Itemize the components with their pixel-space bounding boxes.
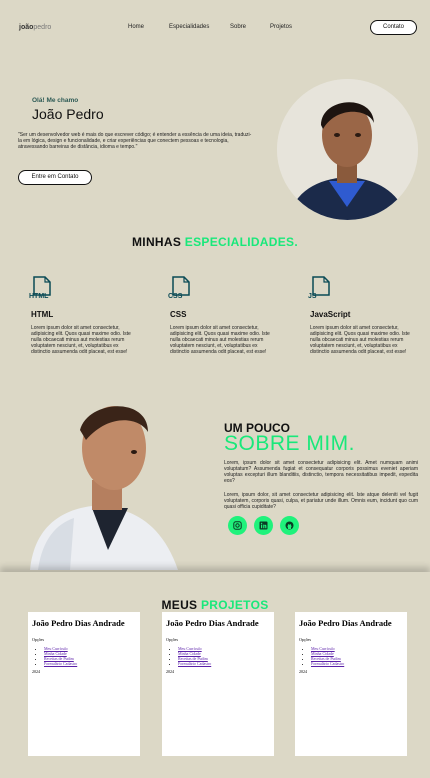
nav-link-home[interactable]: Home bbox=[128, 24, 144, 30]
skill-description: Lorem ipsum dolor sit amet consectetur, … bbox=[170, 325, 270, 355]
skill-card-css: CSS CSS Lorem ipsum dolor sit amet conse… bbox=[168, 276, 274, 355]
project-link[interactable]: Formulário Cadastro bbox=[311, 661, 344, 666]
project-card-footer: 2024 bbox=[32, 669, 40, 674]
instagram-button[interactable] bbox=[228, 516, 247, 535]
html-file-icon: HTML bbox=[29, 276, 53, 300]
about-paragraph-2: Lorem, ipsum dolor, sit amet consectetur… bbox=[224, 492, 418, 510]
github-button[interactable] bbox=[280, 516, 299, 535]
skills-title: MINHAS ESPECIALIDADES. bbox=[132, 235, 298, 249]
js-file-icon: JS bbox=[308, 276, 332, 300]
skill-name: HTML bbox=[31, 310, 54, 319]
project-card-footer: 2024 bbox=[299, 669, 307, 674]
project-preview-card[interactable]: João Pedro Dias Andrade Opções Meu Currí… bbox=[162, 612, 274, 756]
instagram-icon bbox=[233, 521, 242, 530]
project-card-title: João Pedro Dias Andrade bbox=[299, 618, 392, 628]
hero-bio: "Ser um desenvolvedor web é mais do que … bbox=[18, 132, 252, 150]
linkedin-icon bbox=[259, 521, 268, 530]
project-link[interactable]: Formulário Cadastro bbox=[44, 661, 77, 666]
project-card-footer: 2024 bbox=[166, 669, 174, 674]
skill-card-javascript: JS JavaScript Lorem ipsum dolor sit amet… bbox=[308, 276, 414, 355]
css-file-icon: CSS bbox=[168, 276, 192, 300]
nav-link-projetos[interactable]: Projetos bbox=[270, 24, 292, 30]
skill-description: Lorem ipsum dolor sit amet consectetur, … bbox=[31, 325, 131, 355]
nav-link-especialidades[interactable]: Especialidades bbox=[169, 24, 209, 30]
skill-description: Lorem ipsum dolor sit amet consectetur, … bbox=[310, 325, 410, 355]
projects-title: MEUS PROJETOS bbox=[161, 598, 269, 612]
project-card-title: João Pedro Dias Andrade bbox=[166, 618, 259, 628]
contact-cta-button[interactable]: Entre em Contato bbox=[18, 170, 92, 185]
hero-name: João Pedro bbox=[32, 106, 104, 122]
nav-link-sobre[interactable]: Sobre bbox=[230, 24, 246, 30]
project-preview-card[interactable]: João Pedro Dias Andrade Opções Meu Currí… bbox=[28, 612, 140, 756]
contact-button[interactable]: Contato bbox=[370, 20, 417, 35]
logo[interactable]: joãopedro bbox=[19, 24, 51, 31]
about-title: SOBRE MIM. bbox=[224, 432, 356, 455]
hero-greeting: Olá! Me chamo bbox=[32, 97, 79, 104]
about-paragraph-1: Lorem, ipsum dolor sit amet consectetur … bbox=[224, 460, 418, 484]
github-icon bbox=[285, 521, 294, 530]
linkedin-button[interactable] bbox=[254, 516, 273, 535]
top-nav: joãopedro Home Especialidades Sobre Proj… bbox=[0, 0, 430, 56]
skill-name: JavaScript bbox=[310, 310, 351, 319]
project-card-label: Opções bbox=[166, 637, 178, 642]
about-photo bbox=[30, 400, 178, 570]
skill-name: CSS bbox=[170, 310, 187, 319]
project-preview-card[interactable]: João Pedro Dias Andrade Opções Meu Currí… bbox=[295, 612, 407, 756]
project-card-title: João Pedro Dias Andrade bbox=[32, 618, 125, 628]
project-card-label: Opções bbox=[299, 637, 311, 642]
skill-card-html: HTML HTML Lorem ipsum dolor sit amet con… bbox=[29, 276, 135, 355]
project-link[interactable]: Formulário Cadastro bbox=[178, 661, 211, 666]
project-card-label: Opções bbox=[32, 637, 44, 642]
profile-photo bbox=[277, 79, 418, 220]
